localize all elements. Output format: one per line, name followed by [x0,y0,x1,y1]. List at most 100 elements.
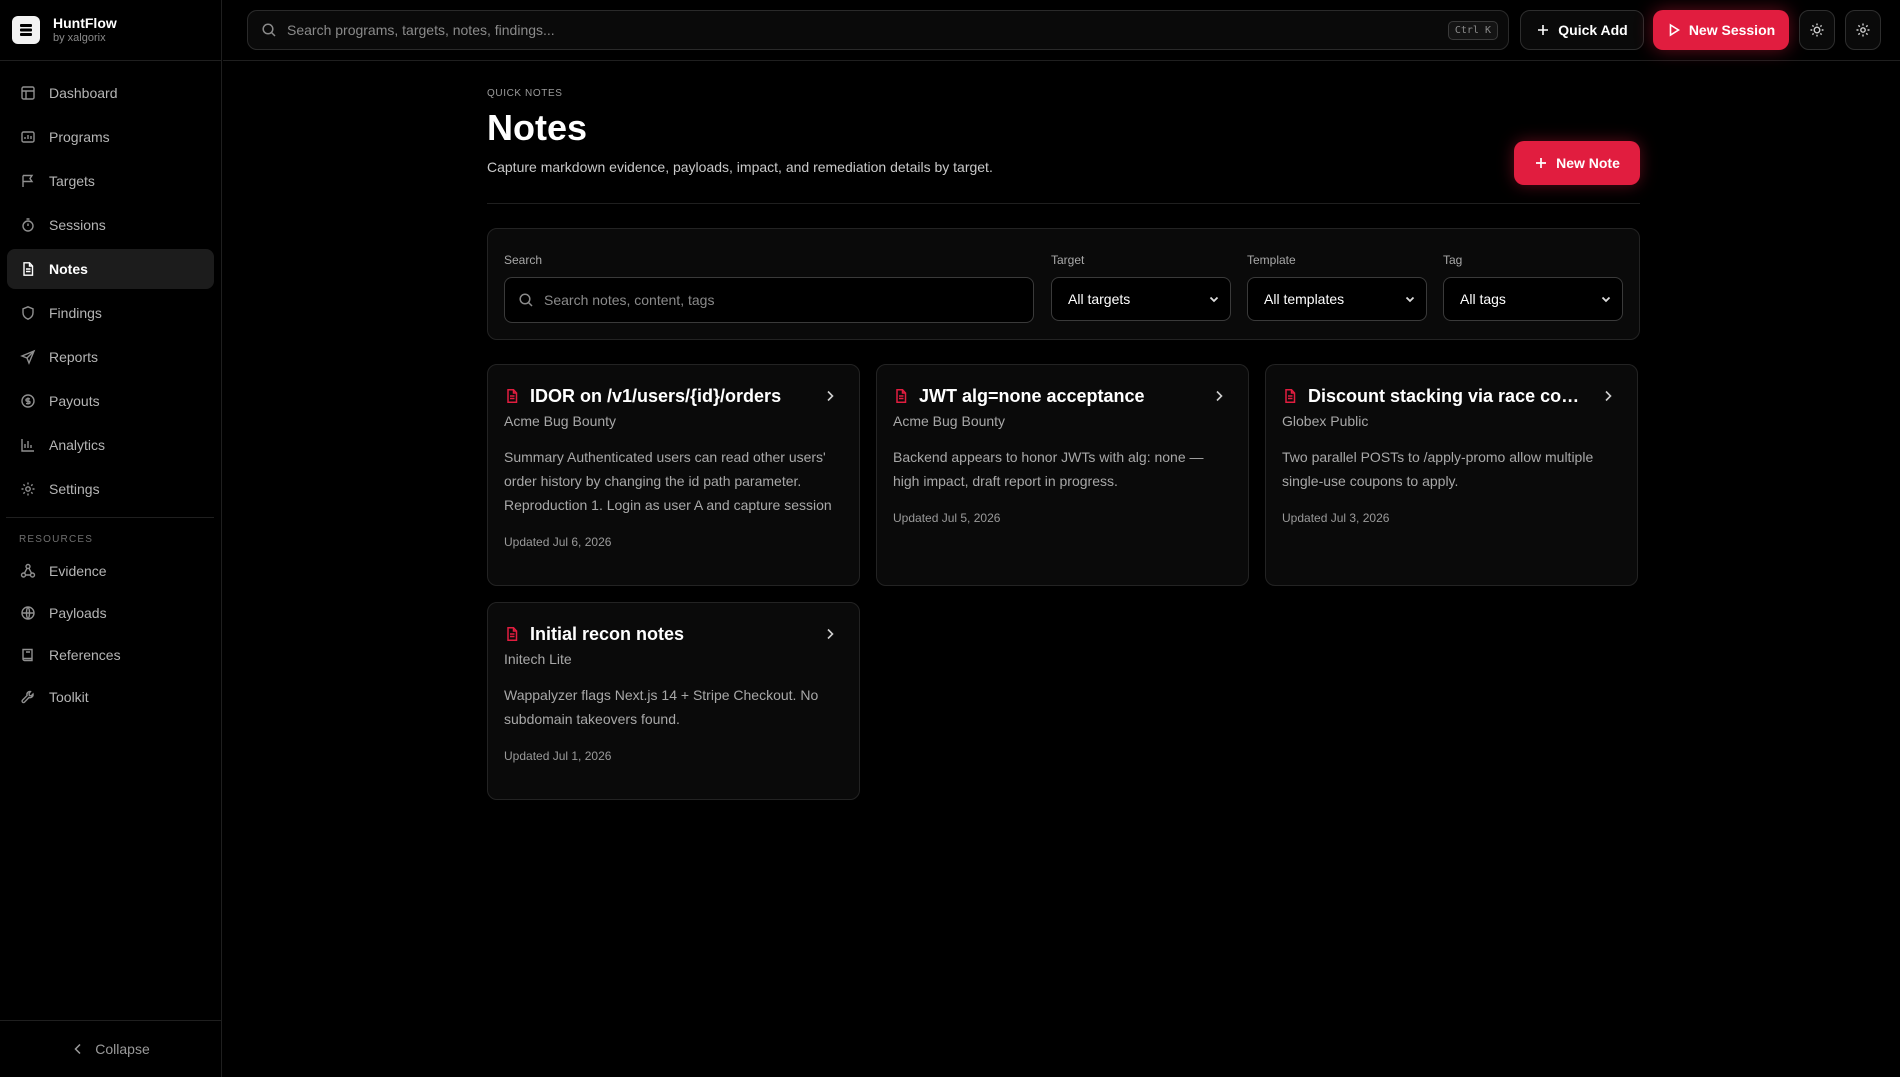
collapse-label: Collapse [95,1041,150,1057]
nav-label: Reports [49,349,99,365]
nav-item-payouts[interactable]: Payouts [7,381,214,421]
sidebar: HuntFlow by xalgorix Dashboard Programs … [0,0,222,1077]
template-select[interactable]: All templates [1247,277,1427,321]
note-program: Initech Lite [504,651,572,667]
note-document-icon [1285,389,1296,403]
book-icon [22,648,33,662]
shield-icon [22,306,34,320]
chevron-right-icon [827,390,834,402]
new-session-button[interactable]: New Session [1653,10,1789,50]
template-select-value: All templates [1264,291,1345,307]
nav-item-programs[interactable]: Programs [7,117,214,157]
note-program: Acme Bug Bounty [504,413,617,429]
bar-chart-icon [21,439,34,452]
target-label: Target [1051,253,1085,267]
page-subtitle: Capture markdown evidence, payloads, imp… [487,159,993,175]
nav-label: Payouts [49,393,100,409]
template-label: Template [1247,253,1296,267]
chevron-down-icon [1209,296,1219,303]
nav-item-settings[interactable]: Settings [7,469,214,509]
target-select[interactable]: All targets [1051,277,1231,321]
app-name: HuntFlow [53,15,117,31]
plus-icon [1538,25,1549,35]
global-search[interactable]: Ctrl K [247,10,1509,50]
sun-icon [1810,23,1824,37]
note-excerpt: Backend appears to honor JWTs with alg: … [893,449,1204,489]
chevron-down-icon [1601,296,1611,303]
main-content: QUICK NOTES Notes Capture markdown evide… [487,61,1640,804]
nav-item-toolkit[interactable]: Toolkit [7,679,214,715]
grid-icon [21,86,35,100]
note-title: JWT alg=none acceptance [919,385,1145,406]
chevron-left-icon [74,1043,81,1055]
header-divider [487,203,1640,204]
nav-item-analytics[interactable]: Analytics [7,425,214,465]
search-label: Search [504,253,543,267]
nav-item-references[interactable]: References [7,637,214,673]
note-program: Acme Bug Bounty [893,413,1006,429]
gear-icon [21,482,35,496]
note-updated: Updated Jul 6, 2026 [504,535,612,549]
note-card[interactable]: JWT alg=none acceptance Acme Bug Bounty … [876,364,1249,586]
search-icon [262,23,276,37]
note-card[interactable]: Initial recon notes Initech Lite Wappaly… [487,602,860,800]
nav-item-payloads[interactable]: Payloads [7,595,214,631]
note-excerpt: Two parallel POSTs to /apply-promo allow… [1282,449,1594,489]
brand[interactable]: HuntFlow by xalgorix [0,0,221,61]
target-select-value: All targets [1068,291,1131,307]
notes-search[interactable] [504,277,1034,323]
nav-item-findings[interactable]: Findings [7,293,214,333]
nav-item-targets[interactable]: Targets [7,161,214,201]
dollar-icon [21,394,35,408]
collapse-button[interactable]: Collapse [0,1020,221,1077]
nav-label: Analytics [49,437,106,453]
nav-item-sessions[interactable]: Sessions [7,205,214,245]
nav-item-dashboard[interactable]: Dashboard [7,73,214,113]
quick-add-button[interactable]: Quick Add [1520,10,1644,50]
global-search-input[interactable] [287,22,1448,38]
nav-label: Toolkit [49,689,89,705]
note-title: Discount stacking via race condi... [1308,385,1589,406]
nav-item-notes[interactable]: Notes [7,249,214,289]
plus-icon [1536,158,1547,168]
tag-select[interactable]: All tags [1443,277,1623,321]
new-note-button[interactable]: New Note [1514,141,1640,185]
document-icon [23,262,34,276]
note-title: IDOR on /v1/users/{id}/orders [530,385,782,406]
app-byline: by xalgorix [53,32,106,44]
note-excerpt: Summary Authenticated users can read oth… [504,449,832,513]
nav-label: Notes [49,261,88,277]
chevron-right-icon [827,628,834,640]
shortcut-hint: Ctrl K [1447,20,1498,40]
send-icon [20,349,36,365]
nav-label: References [49,647,121,663]
play-icon [1669,23,1680,37]
note-card[interactable]: Discount stacking via race condi... Glob… [1265,364,1638,586]
nav-label: Targets [49,173,95,189]
tag-select-value: All tags [1460,291,1506,307]
main-nav: Dashboard Programs Targets Sessions Note… [0,61,221,509]
nav-item-evidence[interactable]: Evidence [7,553,214,589]
chevron-down-icon [1405,296,1415,303]
quick-add-label: Quick Add [1558,22,1628,38]
huntflow-logo-icon [12,16,40,44]
flag-icon [22,174,34,187]
wrench-icon [21,690,34,704]
settings-button[interactable] [1845,10,1881,50]
tag-label: Tag [1443,253,1463,267]
timer-icon [22,218,34,232]
nav-item-reports[interactable]: Reports [7,337,214,377]
note-title: Initial recon notes [530,623,685,644]
note-document-icon [896,389,907,403]
chart-box-icon [21,131,35,143]
note-excerpt: Wappalyzer flags Next.js 14 + Stripe Che… [504,687,819,727]
note-card[interactable]: IDOR on /v1/users/{id}/orders Acme Bug B… [487,364,860,586]
gear-icon [1856,23,1870,37]
chevron-right-icon [1216,390,1223,402]
new-session-label: New Session [1688,22,1776,38]
topbar: Ctrl K Quick Add New Session [223,0,1900,61]
notes-search-input[interactable] [544,292,1033,308]
note-document-icon [507,627,518,641]
theme-toggle-button[interactable] [1799,10,1835,50]
nav-label: Dashboard [49,85,118,101]
